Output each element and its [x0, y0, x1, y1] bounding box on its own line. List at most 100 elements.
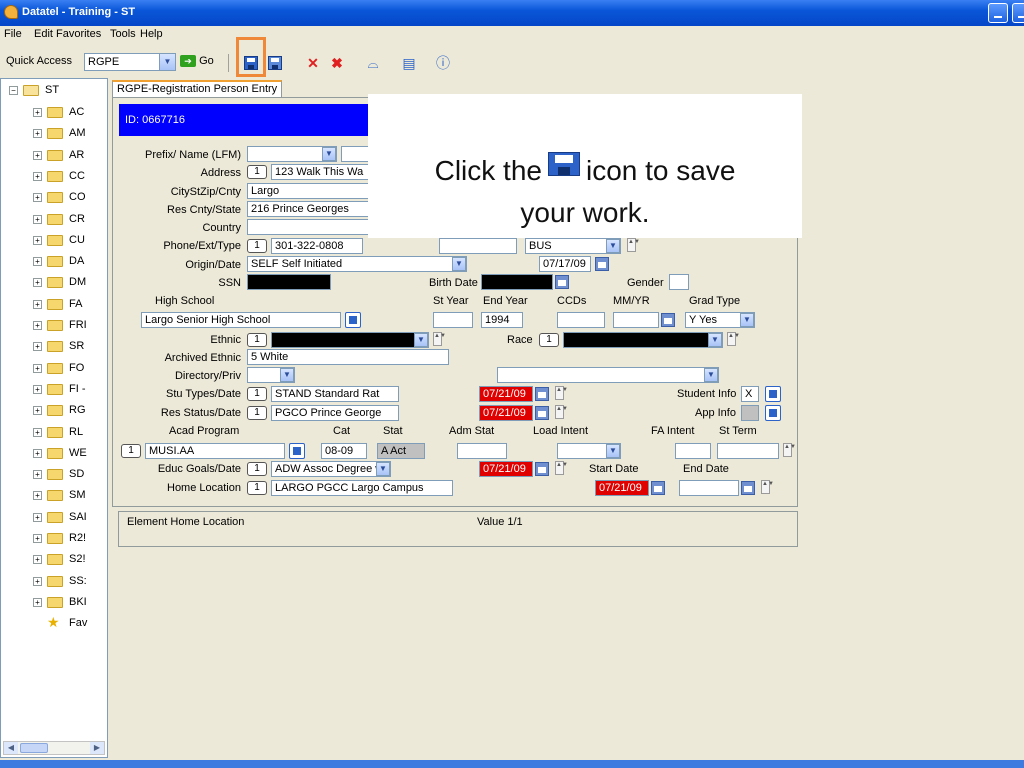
menu-edit[interactable]: Edit	[34, 28, 53, 40]
privacy-field[interactable]: ▼	[497, 367, 719, 383]
minimize-button[interactable]	[988, 3, 1008, 23]
end-date-spinner-icon[interactable]: ▲▼	[761, 480, 774, 494]
expand-icon[interactable]: +	[33, 278, 42, 288]
expand-icon[interactable]: +	[33, 150, 42, 160]
directory-field[interactable]: ▼	[247, 367, 295, 383]
race-field[interactable]: ▼	[563, 332, 723, 348]
chevron-down-icon[interactable]: ▼	[704, 368, 718, 382]
educ-goal-date-field[interactable]: 07/21/09	[479, 461, 533, 477]
ethnic-spinner-icon[interactable]: ▲▼	[433, 332, 446, 346]
expand-icon[interactable]: +	[33, 257, 42, 267]
phone-spinner-icon[interactable]: ▲▼	[627, 238, 640, 252]
address-field[interactable]: 123 Walk This Wa	[271, 164, 371, 180]
phone-field[interactable]: 301-322-0808	[271, 238, 363, 254]
phone-type-field[interactable]: BUS ▼	[525, 238, 621, 254]
save-all-button[interactable]	[266, 54, 284, 72]
calendar-icon[interactable]	[741, 481, 755, 495]
cat-field[interactable]: 08-09	[321, 443, 367, 459]
chevron-down-icon[interactable]: ▼	[280, 368, 294, 382]
country-field[interactable]	[247, 219, 371, 235]
expand-icon[interactable]: +	[33, 235, 42, 245]
cancel-all-icon[interactable]: ✖	[328, 54, 346, 72]
address-count-button[interactable]: 1	[247, 165, 267, 179]
expand-icon[interactable]: +	[33, 171, 42, 181]
menu-favorites[interactable]: Favorites	[56, 28, 101, 40]
origin-date-field[interactable]: 07/17/09	[539, 256, 591, 272]
stu-type-spinner-icon[interactable]: ▲▼	[555, 386, 568, 400]
collapse-icon[interactable]: −	[9, 86, 18, 95]
expand-icon[interactable]: +	[33, 555, 42, 565]
res-status-count-button[interactable]: 1	[247, 406, 267, 420]
lookup-icon[interactable]	[345, 312, 361, 328]
chevron-down-icon[interactable]: ▼	[740, 313, 754, 327]
chevron-down-icon[interactable]: ▼	[322, 147, 336, 161]
end-year-field[interactable]: 1994	[481, 312, 523, 328]
st-term-field[interactable]	[717, 443, 779, 459]
calendar-icon[interactable]	[535, 387, 549, 401]
calendar-icon[interactable]	[535, 462, 549, 476]
expand-icon[interactable]: +	[33, 129, 42, 139]
chevron-down-icon[interactable]: ▼	[708, 333, 722, 347]
end-date-field[interactable]	[679, 480, 739, 496]
menu-tools[interactable]: Tools	[110, 28, 136, 40]
expand-icon[interactable]: +	[33, 597, 42, 607]
calendar-icon[interactable]	[661, 313, 675, 327]
phone-count-button[interactable]: 1	[247, 239, 267, 253]
calendar-icon[interactable]	[535, 406, 549, 420]
prefix-field[interactable]: ▼	[247, 146, 337, 162]
chevron-down-icon[interactable]: ▼	[606, 444, 620, 458]
lookup-icon[interactable]	[289, 443, 305, 459]
chevron-down-icon[interactable]: ▼	[414, 333, 428, 347]
calendar-icon[interactable]	[595, 257, 609, 271]
birth-date-field[interactable]	[481, 274, 553, 290]
navigation-tree[interactable]: − ST + AC + AM + AR + CC + CO + CR + CU + DA + DM + FA + FRI +…	[0, 78, 108, 758]
fa-intent-field[interactable]	[675, 443, 711, 459]
origin-field[interactable]: SELF Self Initiated ▼	[247, 256, 467, 272]
chevron-down-icon[interactable]: ▼	[159, 54, 175, 70]
acad-program-count-button[interactable]: 1	[121, 444, 141, 458]
chevron-down-icon[interactable]: ▼	[606, 239, 620, 253]
expand-icon[interactable]: +	[33, 363, 42, 373]
acad-program-field[interactable]: MUSI.AA	[145, 443, 285, 459]
grad-type-field[interactable]: Y Yes ▼	[685, 312, 755, 328]
calendar-icon[interactable]	[651, 481, 665, 495]
details-icon[interactable]: ▤	[400, 54, 418, 72]
gender-field[interactable]	[669, 274, 689, 290]
menu-help[interactable]: Help	[140, 28, 163, 40]
res-status-field[interactable]: PGCO Prince George	[271, 405, 399, 421]
stu-type-field[interactable]: STAND Standard Rat	[271, 386, 399, 402]
expand-icon[interactable]: +	[33, 214, 42, 224]
expand-icon[interactable]: +	[33, 108, 42, 117]
expand-icon[interactable]: +	[33, 576, 42, 586]
high-school-field[interactable]: Largo Senior High School	[141, 312, 341, 328]
ccds-field[interactable]	[557, 312, 605, 328]
tab-rgpe[interactable]: RGPE-Registration Person Entry	[112, 80, 282, 97]
help-icon[interactable]: ⓘ	[434, 54, 452, 72]
educ-goal-spinner-icon[interactable]: ▲▼	[555, 461, 568, 475]
home-location-count-button[interactable]: 1	[247, 481, 267, 495]
st-term-spinner-icon[interactable]: ▲▼	[783, 443, 796, 457]
finish-icon[interactable]: ⌓	[364, 54, 382, 72]
calendar-icon[interactable]	[555, 275, 569, 289]
start-date-field[interactable]: 07/21/09	[595, 480, 649, 496]
expand-icon[interactable]: +	[33, 384, 42, 394]
expand-icon[interactable]: +	[33, 512, 42, 522]
phone-ext-field[interactable]	[439, 238, 517, 254]
educ-goals-count-button[interactable]: 1	[247, 462, 267, 476]
city-field[interactable]: Largo	[247, 183, 371, 199]
lookup-icon[interactable]	[765, 405, 781, 421]
res-status-spinner-icon[interactable]: ▲▼	[555, 405, 568, 419]
mm-yr-field[interactable]	[613, 312, 659, 328]
expand-icon[interactable]: +	[33, 427, 42, 437]
stu-types-count-button[interactable]: 1	[247, 387, 267, 401]
expand-icon[interactable]: +	[33, 321, 42, 330]
expand-icon[interactable]: +	[33, 342, 42, 352]
chevron-down-icon[interactable]: ▼	[376, 462, 390, 476]
ethnic-count-button[interactable]: 1	[247, 333, 267, 347]
expand-icon[interactable]: +	[33, 299, 42, 309]
cancel-icon[interactable]: ✕	[304, 54, 322, 72]
stu-type-date-field[interactable]: 07/21/09	[479, 386, 533, 402]
horizontal-scrollbar[interactable]: ◀ ▶	[3, 741, 105, 755]
expand-icon[interactable]: +	[33, 534, 42, 543]
load-intent-field[interactable]: ▼	[557, 443, 621, 459]
